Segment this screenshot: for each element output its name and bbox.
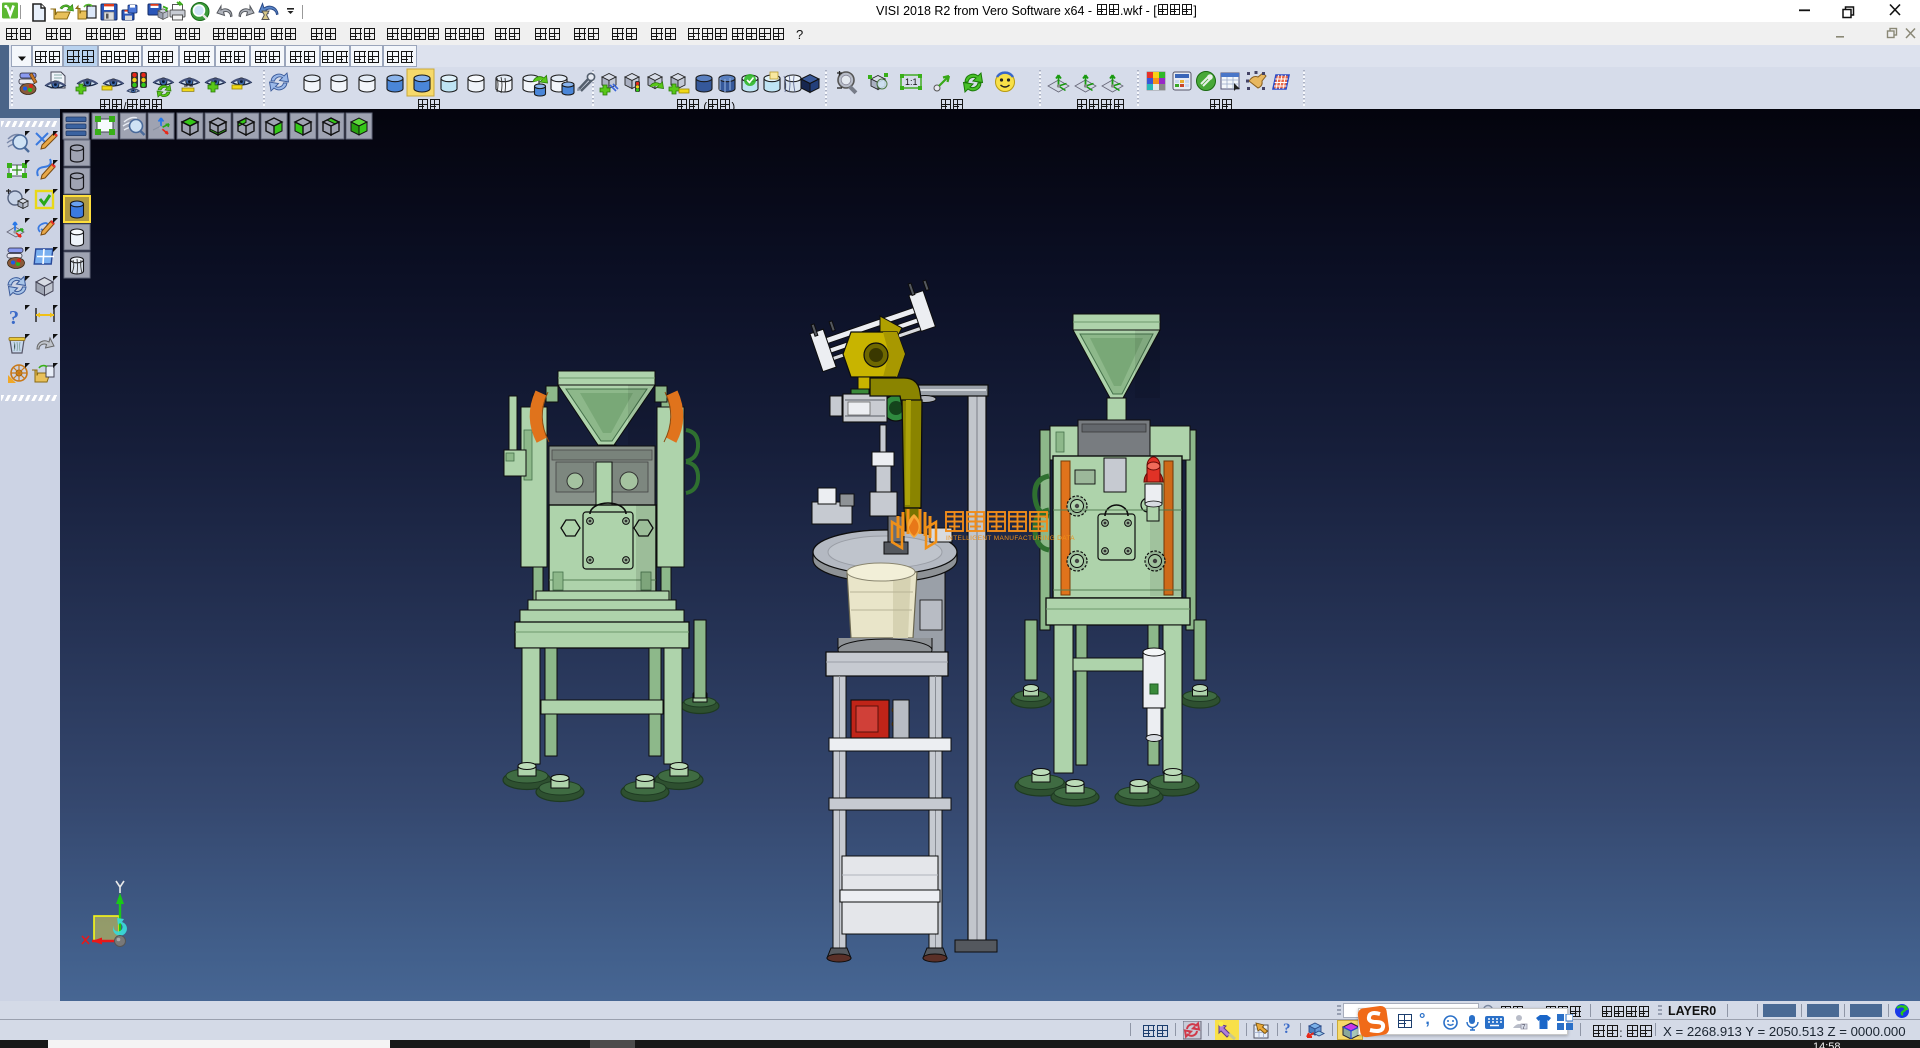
svg-text:1:1: 1:1 xyxy=(905,77,918,87)
svg-text:?: ? xyxy=(9,307,19,329)
